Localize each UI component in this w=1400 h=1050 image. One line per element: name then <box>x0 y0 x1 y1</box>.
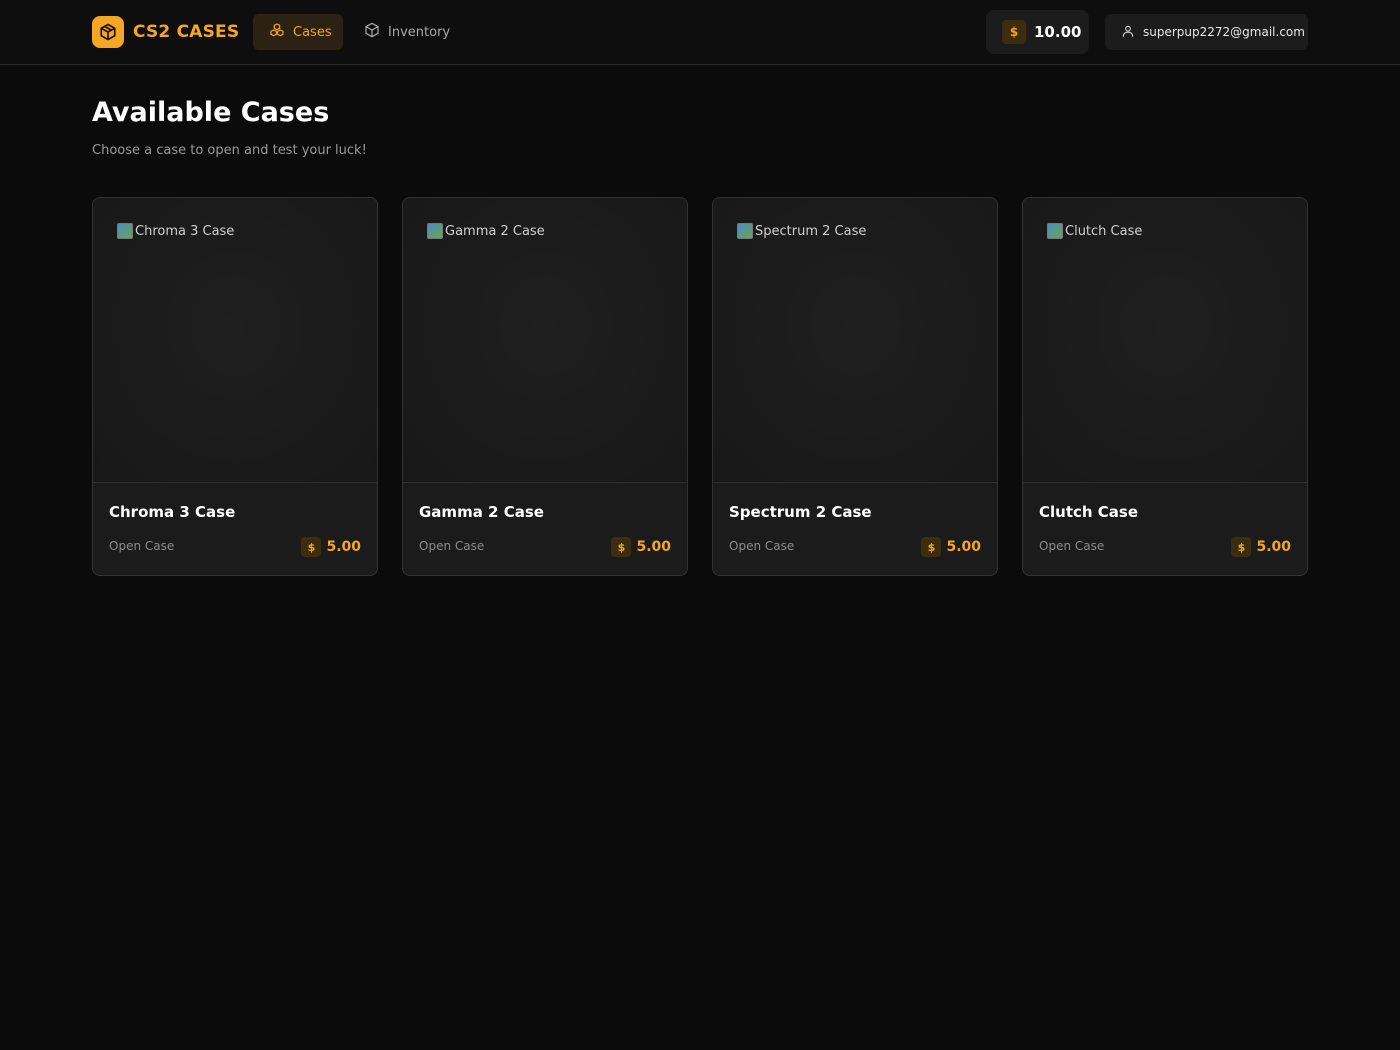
tab-cases[interactable]: Cases <box>253 14 343 50</box>
case-price: $ 5.00 <box>921 537 981 557</box>
case-price-value: 5.00 <box>946 539 981 555</box>
case-name: Chroma 3 Case <box>109 503 236 521</box>
tab-cases-label: Cases <box>293 24 332 40</box>
case-card-spectrum-2[interactable]: Spectrum 2 Case Spectrum 2 Case Open Cas… <box>712 197 998 576</box>
case-card-chroma-3[interactable]: Chroma 3 Case Chroma 3 Case Open Case $ … <box>92 197 378 576</box>
case-price-value: 5.00 <box>1256 539 1291 555</box>
brand[interactable]: CS2 CASES <box>92 16 239 48</box>
page-title: Available Cases <box>92 97 330 128</box>
open-case-link[interactable]: Open Case <box>419 539 484 553</box>
top-navbar: CS2 CASES Cases Inventory $ 10.00 superp… <box>0 0 1400 65</box>
user-menu-button[interactable]: superpup2272@gmail.com <box>1105 14 1308 50</box>
case-price: $ 5.00 <box>301 537 361 557</box>
open-case-link[interactable]: Open Case <box>729 539 794 553</box>
case-name: Gamma 2 Case <box>419 503 544 521</box>
case-image: Clutch Case <box>1023 198 1307 483</box>
case-name: Spectrum 2 Case <box>729 503 872 521</box>
brand-name: CS2 CASES <box>133 22 240 42</box>
tab-inventory-label: Inventory <box>388 24 451 40</box>
package-icon <box>92 16 124 48</box>
case-price-value: 5.00 <box>636 539 671 555</box>
user-icon <box>1121 24 1135 41</box>
coin-icon: $ <box>921 537 942 557</box>
cubes-icon <box>269 22 285 42</box>
case-image-alt: Spectrum 2 Case <box>755 223 867 239</box>
broken-image-icon <box>117 223 133 239</box>
box-icon <box>364 22 380 42</box>
case-image: Spectrum 2 Case <box>713 198 997 483</box>
coin-icon: $ <box>611 537 632 557</box>
case-image-alt: Gamma 2 Case <box>445 223 545 239</box>
page-subtitle: Choose a case to open and test your luck… <box>92 143 367 158</box>
case-image-alt: Clutch Case <box>1065 223 1143 239</box>
case-image-alt: Chroma 3 Case <box>135 223 235 239</box>
case-image: Chroma 3 Case <box>93 198 377 483</box>
broken-image-icon <box>737 223 753 239</box>
balance-value: 10.00 <box>1034 23 1082 41</box>
broken-image-icon <box>1047 223 1063 239</box>
coin-icon: $ <box>1002 20 1026 44</box>
case-image: Gamma 2 Case <box>403 198 687 483</box>
open-case-link[interactable]: Open Case <box>1039 539 1104 553</box>
balance-display: $ 10.00 <box>986 10 1089 54</box>
case-card-gamma-2[interactable]: Gamma 2 Case Gamma 2 Case Open Case $ 5.… <box>402 197 688 576</box>
case-price-value: 5.00 <box>326 539 361 555</box>
case-card-clutch[interactable]: Clutch Case Clutch Case Open Case $ 5.00 <box>1022 197 1308 576</box>
broken-image-icon <box>427 223 443 239</box>
user-email: superpup2272@gmail.com <box>1143 25 1305 39</box>
case-name: Clutch Case <box>1039 503 1139 521</box>
case-price: $ 5.00 <box>1231 537 1291 557</box>
coin-icon: $ <box>301 537 322 557</box>
open-case-link[interactable]: Open Case <box>109 539 174 553</box>
case-price: $ 5.00 <box>611 537 671 557</box>
coin-icon: $ <box>1231 537 1252 557</box>
tab-inventory[interactable]: Inventory <box>348 14 458 50</box>
